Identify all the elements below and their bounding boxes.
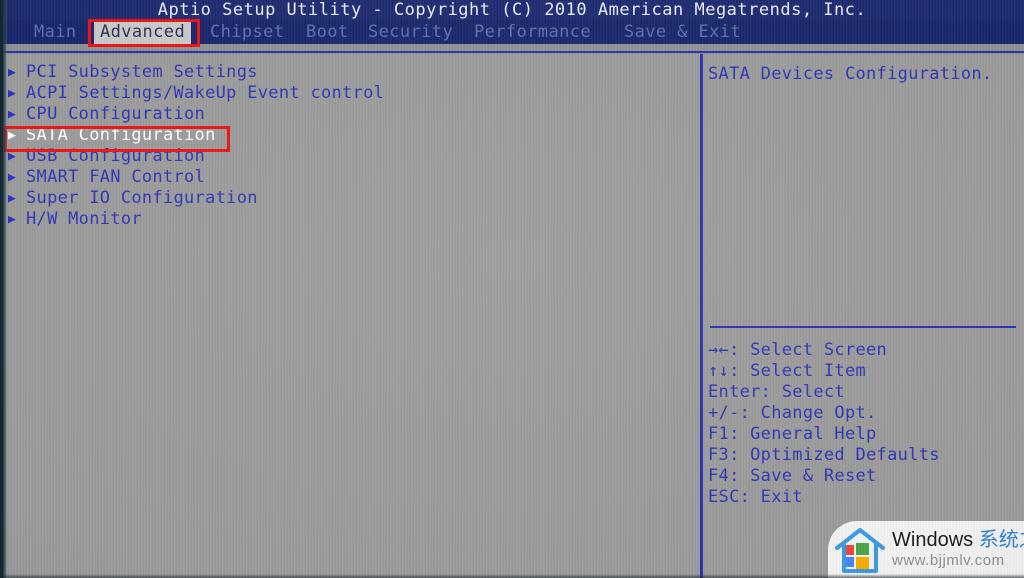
menu-item-usb-configuration[interactable]: ▶ USB Configuration <box>0 146 690 167</box>
help-text: SATA Devices Configuration. <box>708 64 993 84</box>
key-legend-row: +/-: Change Opt. <box>708 403 877 423</box>
watermark-brand: Windows 系统之家 <box>892 530 1024 551</box>
menu-item-label: SATA Configuration <box>26 125 216 145</box>
menu-item-label: Super IO Configuration <box>26 188 258 208</box>
key-legend: →←: Select Screen ↑↓: Select Item Enter: S… <box>708 340 1018 508</box>
menu-item-acpi-settings-wakeup-event-control[interactable]: ▶ ACPI Settings/WakeUp Event control <box>0 83 690 104</box>
submenu-arrow-icon: ▶ <box>8 107 17 122</box>
key-legend-row: ESC: Exit <box>708 487 803 507</box>
key-legend-row: Enter: Select <box>708 382 845 402</box>
menu-item-label: PCI Subsystem Settings <box>26 62 258 82</box>
tab-save-exit[interactable]: Save & Exit <box>618 20 747 44</box>
setup-body: ▶ PCI Subsystem Settings ▶ ACPI Settings/Wa… <box>0 54 1024 578</box>
submenu-arrow-icon: ▶ <box>8 128 17 143</box>
panel-divider <box>700 54 703 578</box>
menu-tab-bar: Main Advanced Chipset Boot Security Performan… <box>0 20 1024 44</box>
tab-security[interactable]: Security <box>362 20 459 44</box>
key-legend-row: →←: Select Screen <box>708 340 888 360</box>
site-watermark: Windows 系统之家 www.bjjmlv.com <box>828 521 1024 578</box>
menu-item-smart-fan-control[interactable]: ▶ SMART FAN Control <box>0 167 690 188</box>
tab-performance[interactable]: Performance <box>468 20 597 44</box>
windows-house-logo-icon <box>834 526 886 574</box>
watermark-brand-en: Windows <box>892 529 979 552</box>
submenu-arrow-icon: ▶ <box>8 65 17 80</box>
submenu-arrow-icon: ▶ <box>8 212 17 227</box>
key-legend-row: F1: General Help <box>708 424 877 444</box>
menu-item-label: SMART FAN Control <box>26 167 206 187</box>
tab-chipset[interactable]: Chipset <box>204 20 290 44</box>
tab-main[interactable]: Main <box>28 20 83 44</box>
watermark-text: Windows 系统之家 www.bjjmlv.com <box>892 530 1024 569</box>
help-key-divider <box>710 326 1016 328</box>
key-legend-row: F3: Optimized Defaults <box>708 445 940 465</box>
submenu-arrow-icon: ▶ <box>8 191 17 206</box>
menu-item-sata-configuration[interactable]: ▶ SATA Configuration <box>0 125 690 146</box>
menu-item-label: H/W Monitor <box>26 209 142 229</box>
submenu-arrow-icon: ▶ <box>8 170 17 185</box>
tab-boot[interactable]: Boot <box>300 20 355 44</box>
watermark-brand-cn: 系统之家 <box>978 529 1024 552</box>
submenu-arrow-icon: ▶ <box>8 149 17 164</box>
page-title: Aptio Setup Utility - Copyright (C) 2010… <box>157 0 867 20</box>
bios-setup-screen: Aptio Setup Utility - Copyright (C) 2010… <box>0 0 1024 578</box>
menu-item-label: ACPI Settings/WakeUp Event control <box>26 83 385 103</box>
menu-item-label: CPU Configuration <box>26 104 206 124</box>
advanced-menu-list: ▶ PCI Subsystem Settings ▶ ACPI Settings/Wa… <box>0 62 690 230</box>
menu-item-cpu-configuration[interactable]: ▶ CPU Configuration <box>0 104 690 125</box>
key-legend-row: F4: Save & Reset <box>708 466 877 486</box>
watermark-url: www.bjjmlv.com <box>892 552 1005 570</box>
submenu-arrow-icon: ▶ <box>8 86 17 101</box>
tab-advanced[interactable]: Advanced <box>94 20 192 44</box>
menu-item-h-w-monitor[interactable]: ▶ H/W Monitor <box>0 209 690 230</box>
menu-item-label: USB Configuration <box>26 146 206 166</box>
title-bar: Aptio Setup Utility - Copyright (C) 2010… <box>0 0 1024 20</box>
menu-item-super-io-configuration[interactable]: ▶ Super IO Configuration <box>0 188 690 209</box>
menu-item-pci-subsystem-settings[interactable]: ▶ PCI Subsystem Settings <box>0 62 690 83</box>
key-legend-row: ↑↓: Select Item <box>708 361 867 381</box>
tab-bar-separator <box>0 44 1024 54</box>
